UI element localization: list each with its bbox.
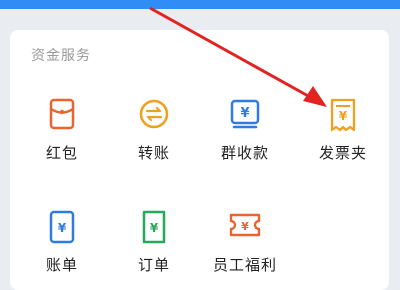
employee-benefit-tile[interactable]: ¥ 员工福利 <box>205 210 285 290</box>
bill-tile[interactable]: ¥ 账单 <box>22 210 102 290</box>
group-collect-icon: ¥ <box>205 98 285 138</box>
red-envelope-tile[interactable]: 红包 <box>22 98 102 178</box>
bill-icon: ¥ <box>22 210 102 250</box>
employee-benefit-icon: ¥ <box>205 210 285 250</box>
group-collect-tile[interactable]: ¥ 群收款 <box>205 98 285 178</box>
section-title: 资金服务 <box>31 48 91 64</box>
transfer-icon <box>114 98 194 138</box>
bill-label: 账单 <box>45 256 78 274</box>
employee-benefit-label: 员工福利 <box>212 256 277 274</box>
svg-text:¥: ¥ <box>241 220 249 233</box>
svg-text:¥: ¥ <box>58 221 67 235</box>
svg-text:¥: ¥ <box>339 109 348 123</box>
svg-text:¥: ¥ <box>150 221 159 235</box>
top-bar <box>0 0 400 9</box>
order-icon: ¥ <box>114 210 194 250</box>
order-tile[interactable]: ¥ 订单 <box>114 210 194 290</box>
svg-text:¥: ¥ <box>240 106 249 121</box>
invoice-folder-label: 发票夹 <box>318 144 367 162</box>
transfer-tile[interactable]: 转账 <box>114 98 194 178</box>
order-label: 订单 <box>137 256 170 274</box>
invoice-folder-tile[interactable]: ¥ 发票夹 <box>303 98 383 178</box>
transfer-label: 转账 <box>137 144 170 162</box>
group-collect-label: 群收款 <box>220 144 269 162</box>
invoice-folder-icon: ¥ <box>303 98 383 138</box>
red-envelope-icon <box>22 98 102 138</box>
red-envelope-label: 红包 <box>45 144 78 162</box>
